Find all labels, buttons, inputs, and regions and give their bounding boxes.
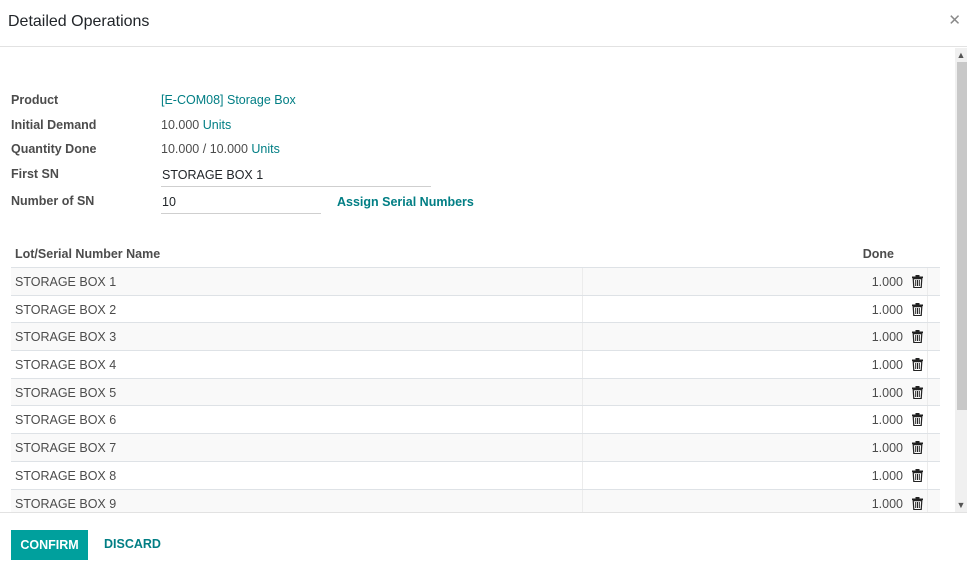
column-divider	[927, 323, 928, 351]
done-qty-cell[interactable]: 1.000	[872, 330, 903, 344]
done-qty-cell[interactable]: 1.000	[872, 386, 903, 400]
confirm-button[interactable]: CONFIRM	[11, 530, 88, 560]
trash-icon[interactable]	[912, 275, 923, 288]
scrollbar[interactable]: ▲ ▼	[955, 48, 967, 512]
quantity-done-total: 10.000	[209, 142, 248, 156]
column-divider	[927, 406, 928, 434]
column-divider	[927, 295, 928, 323]
done-qty-cell[interactable]: 1.000	[872, 275, 903, 289]
column-divider	[582, 434, 583, 461]
number-of-sn-input[interactable]	[161, 195, 321, 214]
quantity-done-uom[interactable]: Units	[251, 142, 279, 156]
column-divider	[582, 323, 583, 351]
trash-icon[interactable]	[912, 330, 923, 344]
column-header-name[interactable]: Lot/Serial Number Name	[15, 247, 160, 261]
done-qty-cell[interactable]: 1.000	[872, 441, 903, 455]
done-qty-cell[interactable]: 1.000	[872, 303, 903, 317]
trash-icon[interactable]	[912, 358, 923, 372]
quantity-done-label: Quantity Done	[11, 142, 97, 156]
assign-serial-numbers-button[interactable]: Assign Serial Numbers	[337, 195, 474, 209]
table-row[interactable]: STORAGE BOX 8 1.000	[11, 461, 940, 490]
trash-icon[interactable]	[912, 413, 923, 427]
initial-demand-label: Initial Demand	[11, 118, 97, 132]
table-body: STORAGE BOX 1 1.000 STORAGE BOX 2 1.000 STOR…	[11, 268, 940, 512]
quantity-done-value: 10.000 / 10.000 Units	[161, 142, 280, 156]
trash-icon[interactable]	[912, 441, 923, 455]
lot-serial-name-cell[interactable]: STORAGE BOX 5	[15, 386, 116, 400]
table-row[interactable]: STORAGE BOX 5 1.000	[11, 378, 940, 407]
done-qty-cell[interactable]: 1.000	[872, 358, 903, 372]
lot-serial-name-cell[interactable]: STORAGE BOX 1	[15, 275, 116, 289]
lot-serial-name-cell[interactable]: STORAGE BOX 7	[15, 441, 116, 455]
table-row[interactable]: STORAGE BOX 9 1.000	[11, 489, 940, 512]
column-divider	[927, 378, 928, 406]
table-row[interactable]: STORAGE BOX 2 1.000	[11, 295, 940, 324]
table-row[interactable]: STORAGE BOX 4 1.000	[11, 351, 940, 379]
column-divider	[582, 295, 583, 323]
table-row[interactable]: STORAGE BOX 1 1.000	[11, 268, 940, 296]
column-divider	[582, 378, 583, 406]
scrollbar-thumb[interactable]	[957, 62, 967, 410]
dialog-title: Detailed Operations	[8, 13, 150, 30]
trash-icon[interactable]	[912, 496, 923, 510]
serial-numbers-table: Lot/Serial Number Name Done STORAGE BOX …	[11, 241, 940, 512]
table-row[interactable]: STORAGE BOX 7 1.000	[11, 434, 940, 462]
trash-icon[interactable]	[912, 302, 923, 316]
product-link[interactable]: [E-COM08] Storage Box	[161, 93, 296, 107]
done-qty-cell[interactable]: 1.000	[872, 497, 903, 511]
close-icon[interactable]: ✕	[948, 12, 961, 30]
table-row[interactable]: STORAGE BOX 6 1.000	[11, 406, 940, 435]
lot-serial-name-cell[interactable]: STORAGE BOX 2	[15, 303, 116, 317]
lot-serial-name-cell[interactable]: STORAGE BOX 8	[15, 469, 116, 483]
column-divider	[927, 351, 928, 378]
initial-demand-uom[interactable]: Units	[203, 118, 231, 132]
column-divider	[927, 489, 928, 512]
lot-serial-name-cell[interactable]: STORAGE BOX 4	[15, 358, 116, 372]
done-qty-cell[interactable]: 1.000	[872, 413, 903, 427]
dialog-body: Product [E-COM08] Storage Box Initial De…	[0, 48, 967, 512]
initial-demand-qty: 10.000	[161, 118, 200, 132]
column-header-done[interactable]: Done	[863, 247, 894, 261]
initial-demand-value: 10.000 Units	[161, 118, 231, 132]
done-qty-cell[interactable]: 1.000	[872, 469, 903, 483]
quantity-done-qty: 10.000	[161, 142, 200, 156]
first-sn-label: First SN	[11, 167, 59, 181]
table-header: Lot/Serial Number Name Done	[11, 241, 940, 268]
lot-serial-name-cell[interactable]: STORAGE BOX 6	[15, 413, 116, 427]
product-label: Product	[11, 93, 59, 107]
table-row[interactable]: STORAGE BOX 3 1.000	[11, 323, 940, 352]
scroll-down-arrow-icon[interactable]: ▼	[955, 498, 967, 512]
scroll-up-arrow-icon[interactable]: ▲	[955, 48, 967, 62]
trash-icon[interactable]	[912, 385, 923, 399]
column-divider	[582, 351, 583, 378]
column-divider	[582, 489, 583, 512]
trash-icon[interactable]	[912, 468, 923, 482]
number-of-sn-label: Number of SN	[11, 194, 95, 208]
first-sn-input[interactable]	[161, 168, 431, 187]
lot-serial-name-cell[interactable]: STORAGE BOX 3	[15, 330, 116, 344]
discard-button[interactable]: DISCARD	[104, 537, 161, 551]
column-divider	[927, 434, 928, 461]
column-divider	[927, 268, 928, 295]
quantity-done-separator: /	[202, 142, 207, 156]
lot-serial-name-cell[interactable]: STORAGE BOX 9	[15, 497, 116, 511]
column-divider	[927, 461, 928, 489]
column-divider	[582, 461, 583, 489]
dialog-header: Detailed Operations ✕	[0, 0, 967, 47]
column-divider	[582, 268, 583, 295]
dialog-footer: CONFIRM DISCARD	[0, 512, 967, 567]
column-divider	[582, 406, 583, 434]
